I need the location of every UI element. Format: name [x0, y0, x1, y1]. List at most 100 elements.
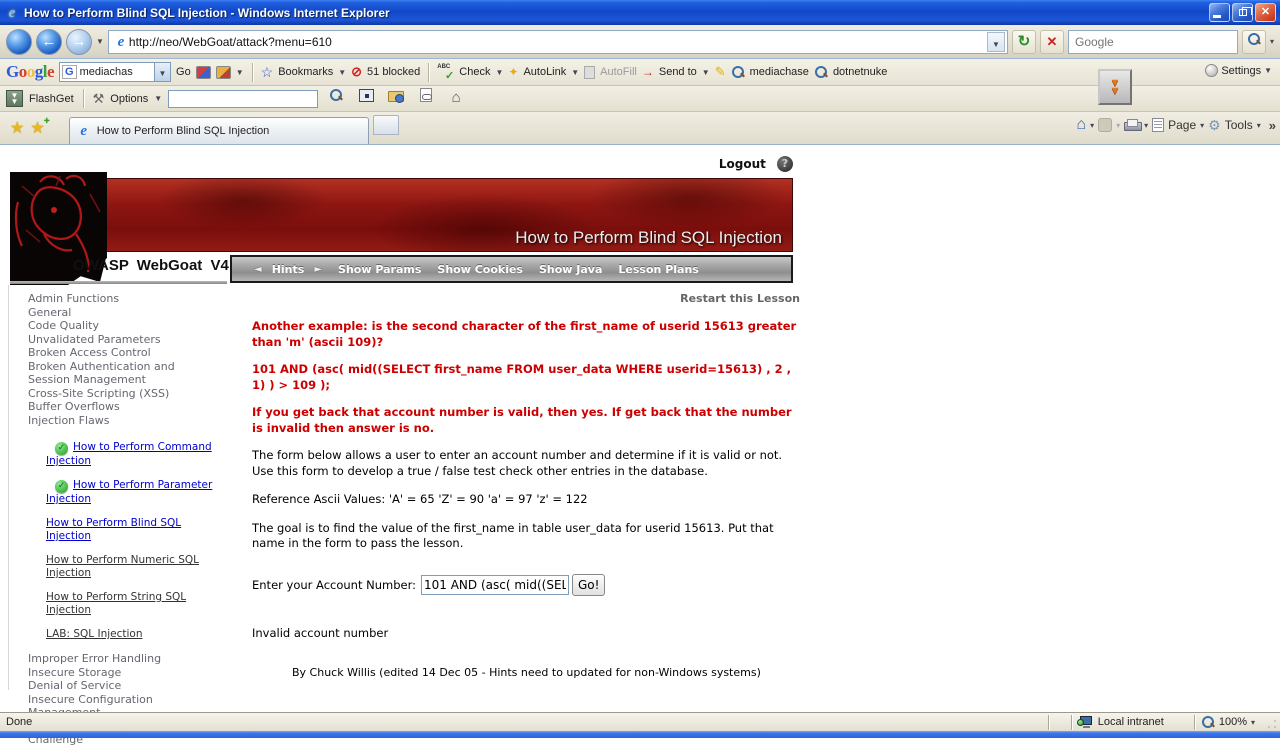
home-button[interactable]: ⌂	[1076, 116, 1086, 134]
download-all-links-button[interactable]	[414, 88, 438, 110]
favorites-center-button[interactable]: ★	[10, 118, 24, 138]
mediachase-button[interactable]: mediachase	[750, 66, 809, 78]
sidebar-category[interactable]: Broken Authentication and Session Manage…	[28, 360, 203, 387]
refresh-button[interactable]: ↻	[1012, 30, 1036, 54]
bookmarks-star-icon[interactable]: ☆	[261, 64, 274, 81]
logo-letter: g	[35, 62, 43, 81]
options-dropdown-icon[interactable]: ▼	[154, 94, 162, 103]
sidebar-category[interactable]: Injection Flaws	[28, 414, 203, 428]
forward-nav-button[interactable]: →	[66, 29, 92, 55]
lesson-content: Restart this Lesson Another example: is …	[252, 292, 800, 734]
capture-button[interactable]	[354, 88, 378, 110]
options-button[interactable]: Options	[110, 93, 148, 105]
search-box[interactable]	[1068, 30, 1238, 54]
close-button[interactable]: ✕	[1255, 3, 1276, 22]
add-favorite-button[interactable]: ★+	[30, 118, 44, 138]
autolink-dropdown-icon[interactable]: ▼	[571, 68, 579, 77]
stop-button[interactable]: ✕	[1040, 30, 1064, 54]
lesson-link[interactable]: How to Perform Command Injection	[46, 441, 212, 467]
send-to-dropdown-icon[interactable]: ▼	[702, 68, 710, 77]
sidebar-category[interactable]: Code Quality	[28, 319, 203, 333]
bookmarks-button[interactable]: Bookmarks	[278, 66, 333, 78]
sidebar-category[interactable]: Insecure Storage	[28, 666, 203, 680]
sidebar-category[interactable]: Broken Access Control	[28, 346, 203, 360]
search-options-dropdown-icon[interactable]: ▾	[1270, 37, 1274, 46]
send-to-button[interactable]: Send to	[659, 66, 697, 78]
search-input[interactable]	[1075, 35, 1237, 49]
back-nav-button[interactable]: ←	[36, 29, 62, 55]
sidebar-category[interactable]: Unvalidated Parameters	[28, 333, 203, 347]
toolbar-overflow-button[interactable]: »	[1269, 118, 1276, 133]
address-field[interactable]: e ▼	[108, 30, 1008, 54]
lesson-link[interactable]: How to Perform Numeric SQL Injection	[46, 554, 199, 579]
home-dropdown-icon[interactable]: ▾	[1090, 121, 1094, 130]
tools-menu-button[interactable]: Tools	[1225, 118, 1253, 132]
google-go-button[interactable]: Go	[176, 66, 191, 78]
print-dropdown-icon[interactable]: ▾	[1144, 121, 1148, 130]
check-button[interactable]: Check	[459, 66, 490, 78]
flashget-drop-target[interactable]: ▼ ▼	[1098, 69, 1132, 105]
new-tab-button[interactable]	[373, 115, 399, 135]
search-site-icon[interactable]	[196, 66, 211, 79]
active-tab[interactable]: e How to Perform Blind SQL Injection	[69, 117, 369, 144]
site-explorer-button[interactable]	[324, 88, 348, 110]
security-zone-label: Local intranet	[1098, 716, 1164, 728]
tools-dropdown-icon[interactable]: ▾	[1257, 121, 1261, 130]
settings-dropdown-icon[interactable]: ▼	[1264, 66, 1272, 75]
search-go-button[interactable]	[1242, 30, 1266, 54]
hints-prev-icon[interactable]: ◄	[254, 264, 262, 275]
google-search-combo[interactable]: G mediachas ▼	[59, 62, 171, 82]
sidebar-category[interactable]: Buffer Overflows	[28, 400, 203, 414]
back-button[interactable]	[6, 29, 32, 55]
zoom-dropdown-icon[interactable]: ▾	[1251, 718, 1255, 727]
resize-grip[interactable]	[1265, 718, 1278, 731]
autolink-button[interactable]: AutoLink	[523, 66, 566, 78]
lesson-link[interactable]: How to Perform Parameter Injection	[46, 479, 212, 505]
menu-hints[interactable]: Hints	[272, 263, 305, 276]
zoom-level[interactable]: 100%	[1219, 716, 1247, 728]
highlighter-icon[interactable]: ✎	[715, 64, 726, 80]
go-button[interactable]: Go!	[572, 574, 605, 596]
popup-blocked-count[interactable]: 51 blocked	[367, 66, 420, 78]
minimize-button[interactable]	[1209, 3, 1230, 22]
lesson-link[interactable]: LAB: SQL Injection	[46, 628, 142, 640]
page-dropdown-icon[interactable]: ▾	[1200, 121, 1204, 130]
menu-show-cookies[interactable]: Show Cookies	[437, 263, 523, 276]
hints-next-icon[interactable]: ►	[314, 264, 322, 275]
combo-dropdown-button[interactable]: ▼	[154, 63, 170, 81]
logout-link[interactable]: Logout	[719, 157, 766, 171]
google-search-value[interactable]: mediachas	[80, 66, 154, 78]
check-dropdown-icon[interactable]: ▼	[495, 68, 503, 77]
flashget-search-input[interactable]	[168, 90, 318, 108]
sidebar-category[interactable]: Cross-Site Scripting (XSS)	[28, 387, 203, 401]
lesson-link-current[interactable]: How to Perform Blind SQL Injection	[46, 517, 181, 542]
menu-show-java[interactable]: Show Java	[539, 263, 602, 276]
restore-button[interactable]	[1232, 3, 1253, 22]
bookmarks-dropdown-icon[interactable]: ▼	[338, 68, 346, 77]
search-mode-dropdown-icon[interactable]: ▼	[236, 68, 244, 77]
content-border	[8, 285, 9, 690]
url-dropdown-icon[interactable]: ▼	[987, 32, 1005, 52]
history-dropdown-icon[interactable]: ▼	[96, 37, 104, 46]
lesson-link[interactable]: How to Perform String SQL Injection	[46, 591, 186, 616]
flashget-button[interactable]: FlashGet	[29, 93, 74, 105]
sidebar-category[interactable]: Improper Error Handling	[28, 652, 203, 666]
menu-lesson-plans[interactable]: Lesson Plans	[618, 263, 698, 276]
sidebar-category[interactable]: Admin Functions	[28, 292, 203, 306]
search-images-icon[interactable]	[216, 66, 231, 79]
dotnetnuke-button[interactable]: dotnetnuke	[833, 66, 887, 78]
author-byline: By Chuck Willis (edited 14 Dec 05 - Hint…	[252, 666, 800, 679]
print-button[interactable]	[1124, 119, 1140, 131]
account-number-input[interactable]	[421, 575, 569, 595]
page-menu-button[interactable]: Page	[1168, 118, 1196, 132]
sidebar-category[interactable]: General	[28, 306, 203, 320]
menu-show-params[interactable]: Show Params	[338, 263, 421, 276]
url-input[interactable]	[129, 35, 987, 49]
restart-lesson-link[interactable]: Restart this Lesson	[252, 292, 800, 305]
settings-button[interactable]: Settings	[1221, 65, 1261, 77]
flashget-home-button[interactable]: ⌂	[444, 88, 468, 110]
help-icon[interactable]: ?	[777, 156, 793, 172]
sidebar-category[interactable]: Denial of Service	[28, 679, 203, 693]
feeds-button[interactable]	[1098, 118, 1112, 132]
download-folder-button[interactable]	[384, 88, 408, 110]
